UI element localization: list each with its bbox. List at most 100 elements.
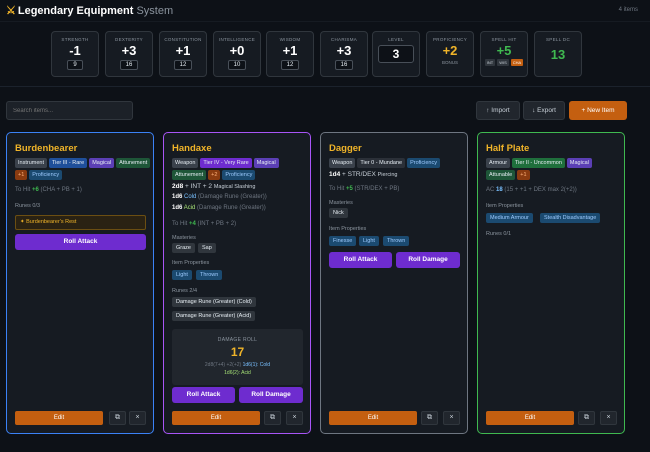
stat-charisma[interactable]: CHARISMA +3 16 xyxy=(320,31,368,77)
tag-magical: Magical xyxy=(89,158,115,168)
stat-intelligence[interactable]: INTELLIGENCE +0 10 xyxy=(213,31,261,77)
tag-proficiency: Proficiency xyxy=(29,170,63,180)
stat-level[interactable]: LEVEL 3 xyxy=(372,31,420,77)
tag-tier: Tier IV - Very Rare xyxy=(200,158,252,168)
damage-roll-result: DAMAGE ROLL 17 2d8(7+4) +2(+2) 1d6(1): C… xyxy=(172,329,303,385)
runes-label: Runes 2/4 xyxy=(172,288,198,294)
roll-attack-button[interactable]: Roll Attack xyxy=(329,252,392,268)
edit-button[interactable]: Edit xyxy=(15,411,103,425)
property-pill: Thrown xyxy=(383,236,410,246)
stat-constitution[interactable]: CONSTITUTION +1 12 xyxy=(159,31,207,77)
property-pill: Finesse xyxy=(329,236,357,246)
roll-damage-button[interactable]: Roll Damage xyxy=(239,387,303,403)
tag-bonus: +2 xyxy=(208,170,221,180)
runes-label: Runes 0/1 xyxy=(486,231,512,237)
armor-class: AC 18 (15 + +1 + DEX max 2(+2)) xyxy=(486,187,577,193)
item-card-handaxe[interactable]: Handaxe Weapon Tier IV - Very Rare Magic… xyxy=(163,132,311,434)
edit-button[interactable]: Edit xyxy=(172,411,260,425)
damage-line: 1d4 + STR/DEX Piercing xyxy=(329,171,398,178)
swords-icon: ⚔ xyxy=(6,5,16,17)
tag-bonus: +1 xyxy=(517,170,530,180)
tag-type: Weapon xyxy=(329,158,356,168)
duplicate-icon[interactable]: ⧉ xyxy=(264,411,281,425)
damage-line: 2d8 + INT + 2 Magical Slashing xyxy=(172,183,256,190)
item-count: 4 items xyxy=(618,7,638,13)
header-divider xyxy=(0,21,650,22)
property-pill: Thrown xyxy=(196,270,223,280)
tag-type: Instrument xyxy=(15,158,47,168)
close-icon[interactable]: × xyxy=(286,411,303,425)
damage-line: 1d6 Acid (Damage Rune (Greater)) xyxy=(172,205,266,211)
edit-button[interactable]: Edit xyxy=(329,411,417,425)
masteries-label: Masteries xyxy=(329,200,353,206)
tag-attunable: Attunable xyxy=(486,170,516,180)
item-card-half-plate[interactable]: Half Plate Armour Tier II - Uncommon Mag… xyxy=(477,132,625,434)
item-title: Burdenbearer xyxy=(15,143,78,154)
tag-attunement: Attunement xyxy=(116,158,151,168)
edit-button[interactable]: Edit xyxy=(486,411,574,425)
roll-attack-button[interactable]: Roll Attack xyxy=(15,234,146,250)
runes-label: Runes 0/3 xyxy=(15,203,41,209)
tag-list: Weapon Tier 0 - Mundane Proficiency xyxy=(329,158,465,168)
stat-dexterity[interactable]: DEXTERITY +3 16 xyxy=(105,31,153,77)
tag-magical: Magical xyxy=(253,158,279,168)
to-hit: To Hit +6 (CHA + PB + 1) xyxy=(15,187,82,193)
duplicate-icon[interactable]: ⧉ xyxy=(578,411,595,425)
app-title: ⚔ Legendary Equipment System xyxy=(6,5,174,17)
duplicate-icon[interactable]: ⧉ xyxy=(421,411,438,425)
stat-spell-hit: SPELL HIT +5 INT WIS CHA xyxy=(480,31,528,77)
rune-pill[interactable]: Damage Rune (Greater) (Cold) xyxy=(172,297,256,307)
duplicate-icon[interactable]: ⧉ xyxy=(109,411,126,425)
import-button[interactable]: ↑ Import xyxy=(476,101,520,120)
tag-proficiency: Proficiency xyxy=(407,158,440,168)
mastery-pill: Graze xyxy=(172,243,195,253)
tag-type: Weapon xyxy=(172,158,199,168)
property-pill: Light xyxy=(359,236,379,246)
mastery-pill: Sap xyxy=(198,243,216,253)
property-pill: Light xyxy=(172,270,192,280)
roll-damage-button[interactable]: Roll Damage xyxy=(396,252,460,268)
tag-tier: Tier II - Uncommon xyxy=(512,158,565,168)
roll-breakdown: 2d8(7+4) +2(+2) 1d6(1): Cold 1d6(2): Acid xyxy=(204,362,271,376)
tag-tier: Tier 0 - Mundane xyxy=(357,158,406,168)
close-icon[interactable]: × xyxy=(129,411,146,425)
item-card-dagger[interactable]: Dagger Weapon Tier 0 - Mundane Proficien… xyxy=(320,132,468,434)
properties-label: Item Properties xyxy=(172,260,210,266)
property-pill: Medium Armour xyxy=(486,213,533,223)
roll-attack-button[interactable]: Roll Attack xyxy=(172,387,235,403)
tag-attunement: Attunement xyxy=(172,170,207,180)
tag-type: Armour xyxy=(486,158,511,168)
tag-bonus: +1 xyxy=(15,170,28,180)
search-input[interactable] xyxy=(6,101,133,120)
close-icon[interactable]: × xyxy=(443,411,460,425)
to-hit: To Hit +4 (INT + PB + 2) xyxy=(172,221,237,227)
stat-spell-dc: SPELL DC 13 xyxy=(534,31,582,77)
new-item-button[interactable]: + New Item xyxy=(569,101,627,120)
stat-strength[interactable]: STRENGTH -1 9 xyxy=(51,31,99,77)
mastery-pill: Nick xyxy=(329,208,348,218)
item-card-burdenbearer[interactable]: Burdenbearer Instrument Tier III - Rare … xyxy=(6,132,154,434)
tag-magical: Magical xyxy=(566,158,592,168)
item-title: Half Plate xyxy=(486,143,530,154)
to-hit: To Hit +5 (STR/DEX + PB) xyxy=(329,186,400,192)
stat-proficiency: PROFICIENCY +2 BONUS xyxy=(426,31,474,77)
item-title: Handaxe xyxy=(172,143,212,154)
tag-proficiency: Proficiency xyxy=(222,170,256,180)
tag-list: Instrument Tier III - Rare Magical Attun… xyxy=(15,158,151,180)
stat-wisdom[interactable]: WISDOM +1 12 xyxy=(266,31,314,77)
spell-ability-int[interactable]: INT xyxy=(484,59,496,66)
tag-list: Armour Tier II - Uncommon Magical Attuna… xyxy=(486,158,622,180)
spell-ability-cha[interactable]: CHA xyxy=(510,59,524,66)
rune-slot[interactable]: ✦ Burdenbearer's Rest xyxy=(15,215,146,230)
close-icon[interactable]: × xyxy=(600,411,617,425)
tag-list: Weapon Tier IV - Very Rare Magical Attun… xyxy=(172,158,308,180)
spell-ability-wis[interactable]: WIS xyxy=(497,59,509,66)
masteries-label: Masteries xyxy=(172,235,196,241)
rune-pill[interactable]: Damage Rune (Greater) (Acid) xyxy=(172,311,256,321)
tag-tier: Tier III - Rare xyxy=(48,158,88,168)
section-divider xyxy=(0,86,650,87)
export-button[interactable]: ↓ Export xyxy=(523,101,565,120)
properties-label: Item Properties xyxy=(329,226,367,232)
item-title: Dagger xyxy=(329,143,362,154)
property-pill: Stealth Disadvantage xyxy=(540,213,601,223)
